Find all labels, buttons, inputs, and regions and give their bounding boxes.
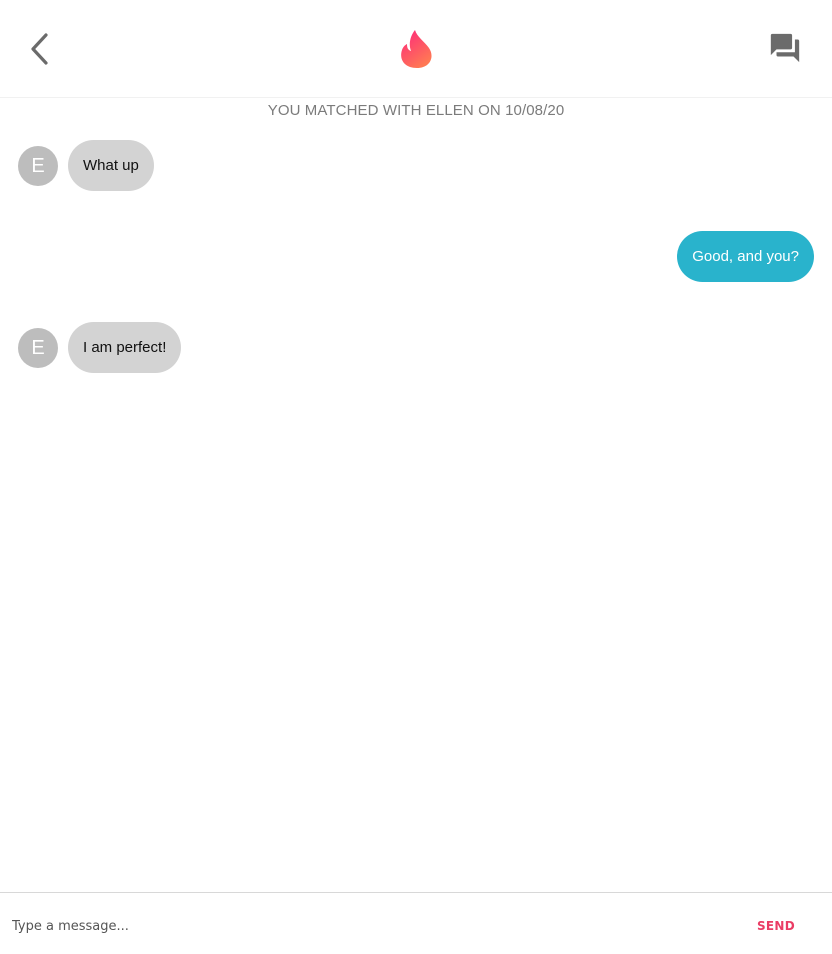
message-input[interactable] (12, 911, 712, 941)
chat-screen: YOU MATCHED WITH ELLEN ON 10/08/20 E Wha… (0, 0, 832, 954)
message-row: E What up (0, 140, 832, 192)
chat-bubbles-icon (770, 33, 800, 63)
flame-logo-icon[interactable] (398, 28, 434, 70)
match-date-banner: YOU MATCHED WITH ELLEN ON 10/08/20 (267, 102, 565, 119)
back-button[interactable] (22, 28, 56, 70)
message-row: Good, and you? (0, 231, 832, 283)
top-bar (0, 0, 832, 98)
avatar[interactable]: E (18, 146, 58, 186)
message-composer: SEND (0, 892, 832, 954)
chevron-left-icon (31, 33, 48, 65)
send-button[interactable]: SEND (740, 913, 812, 939)
incoming-message-bubble: What up (68, 140, 154, 191)
avatar[interactable]: E (18, 328, 58, 368)
incoming-message-bubble: I am perfect! (68, 322, 182, 373)
outgoing-message-bubble: Good, and you? (677, 231, 814, 282)
messages-button[interactable] (766, 30, 804, 66)
message-row: E I am perfect! (0, 322, 832, 374)
